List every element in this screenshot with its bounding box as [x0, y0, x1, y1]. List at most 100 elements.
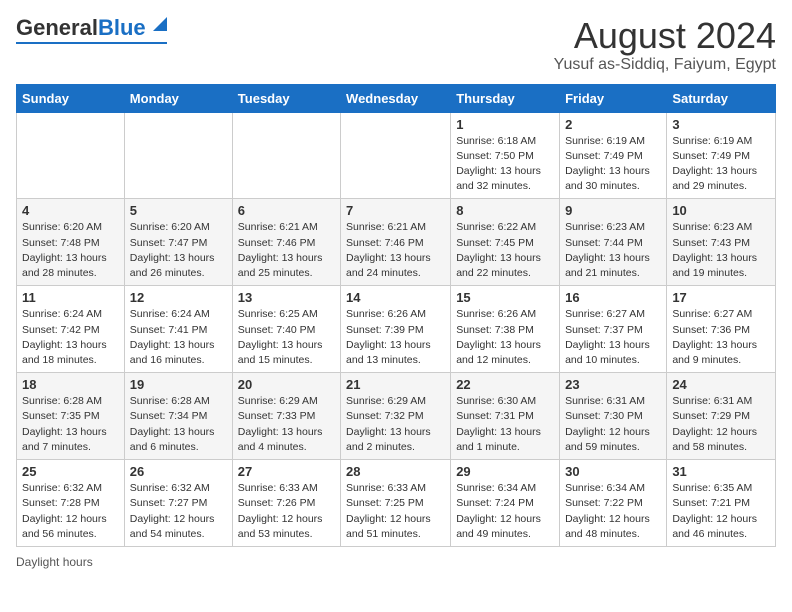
day-number: 20: [238, 377, 335, 392]
day-number: 22: [456, 377, 554, 392]
calendar-cell: [341, 112, 451, 199]
calendar-cell: 31Sunrise: 6:35 AM Sunset: 7:21 PM Dayli…: [667, 460, 776, 547]
weekday-header: Saturday: [667, 84, 776, 112]
calendar-cell: [17, 112, 125, 199]
day-info: Sunrise: 6:31 AM Sunset: 7:29 PM Dayligh…: [672, 394, 770, 455]
title-block: August 2024 Yusuf as-Siddiq, Faiyum, Egy…: [554, 16, 776, 74]
calendar-cell: 23 Sunrise: 6:31 AM Sunset: 7:30 PM Dayli…: [560, 373, 667, 460]
calendar-cell: 29Sunrise: 6:34 AM Sunset: 7:24 PM Dayli…: [451, 460, 560, 547]
day-number: 19: [130, 377, 227, 392]
day-info: Sunrise: 6:33 AM Sunset: 7:25 PM Dayligh…: [346, 481, 445, 542]
month-year: August 2024: [554, 16, 776, 56]
day-number: 4: [22, 203, 119, 218]
calendar-cell: 26 Sunrise: 6:32 AM Sunset: 7:27 PM Dayli…: [124, 460, 232, 547]
location: Yusuf as-Siddiq, Faiyum, Egypt: [554, 56, 776, 74]
logo-line: [16, 42, 167, 44]
day-info: Sunrise: 6:21 AM Sunset: 7:46 PM Dayligh…: [238, 220, 335, 281]
day-number: 21: [346, 377, 445, 392]
calendar-cell: 21Sunrise: 6:29 AM Sunset: 7:32 PM Dayli…: [341, 373, 451, 460]
daylight-label: Daylight hours: [16, 555, 93, 569]
day-info: Sunrise: 6:24 AM Sunset: 7:42 PM Dayligh…: [22, 307, 119, 368]
day-info: Sunrise: 6:23 AM Sunset: 7:44 PM Dayligh…: [565, 220, 661, 281]
logo: GeneralBlue: [16, 16, 167, 44]
day-number: 7: [346, 203, 445, 218]
calendar-week-row: 11 Sunrise: 6:24 AM Sunset: 7:42 PM Dayli…: [17, 286, 776, 373]
day-number: 13: [238, 290, 335, 305]
day-info: Sunrise: 6:32 AM Sunset: 7:28 PM Dayligh…: [22, 481, 119, 542]
calendar-cell: 28 Sunrise: 6:33 AM Sunset: 7:25 PM Dayli…: [341, 460, 451, 547]
calendar-week-row: 1 Sunrise: 6:18 AM Sunset: 7:50 PM Daylig…: [17, 112, 776, 199]
day-info: Sunrise: 6:27 AM Sunset: 7:37 PM Dayligh…: [565, 307, 661, 368]
day-number: 11: [22, 290, 119, 305]
day-number: 14: [346, 290, 445, 305]
calendar-cell: 25Sunrise: 6:32 AM Sunset: 7:28 PM Dayli…: [17, 460, 125, 547]
calendar-cell: 17Sunrise: 6:27 AM Sunset: 7:36 PM Dayli…: [667, 286, 776, 373]
day-number: 30: [565, 464, 661, 479]
day-info: Sunrise: 6:29 AM Sunset: 7:33 PM Dayligh…: [238, 394, 335, 455]
day-info: Sunrise: 6:31 AM Sunset: 7:30 PM Dayligh…: [565, 394, 661, 455]
day-info: Sunrise: 6:19 AM Sunset: 7:49 PM Dayligh…: [672, 134, 770, 195]
calendar-cell: 14 Sunrise: 6:26 AM Sunset: 7:39 PM Dayli…: [341, 286, 451, 373]
day-info: Sunrise: 6:21 AM Sunset: 7:46 PM Dayligh…: [346, 220, 445, 281]
day-number: 8: [456, 203, 554, 218]
calendar-cell: [124, 112, 232, 199]
calendar-cell: 2 Sunrise: 6:19 AM Sunset: 7:49 PM Daylig…: [560, 112, 667, 199]
calendar-cell: 19 Sunrise: 6:28 AM Sunset: 7:34 PM Dayli…: [124, 373, 232, 460]
weekday-header: Friday: [560, 84, 667, 112]
day-number: 16: [565, 290, 661, 305]
logo-text: GeneralBlue: [16, 16, 146, 40]
day-info: Sunrise: 6:28 AM Sunset: 7:34 PM Dayligh…: [130, 394, 227, 455]
day-info: Sunrise: 6:25 AM Sunset: 7:40 PM Dayligh…: [238, 307, 335, 368]
day-info: Sunrise: 6:28 AM Sunset: 7:35 PM Dayligh…: [22, 394, 119, 455]
calendar-cell: 8 Sunrise: 6:22 AM Sunset: 7:45 PM Daylig…: [451, 199, 560, 286]
day-number: 5: [130, 203, 227, 218]
day-number: 27: [238, 464, 335, 479]
calendar-cell: 4 Sunrise: 6:20 AM Sunset: 7:48 PM Daylig…: [17, 199, 125, 286]
calendar-cell: 12Sunrise: 6:24 AM Sunset: 7:41 PM Dayli…: [124, 286, 232, 373]
calendar-week-row: 18 Sunrise: 6:28 AM Sunset: 7:35 PM Dayli…: [17, 373, 776, 460]
calendar-cell: 5 Sunrise: 6:20 AM Sunset: 7:47 PM Daylig…: [124, 199, 232, 286]
day-info: Sunrise: 6:34 AM Sunset: 7:22 PM Dayligh…: [565, 481, 661, 542]
calendar-cell: 27Sunrise: 6:33 AM Sunset: 7:26 PM Dayli…: [232, 460, 340, 547]
day-info: Sunrise: 6:22 AM Sunset: 7:45 PM Dayligh…: [456, 220, 554, 281]
day-number: 29: [456, 464, 554, 479]
day-info: Sunrise: 6:20 AM Sunset: 7:48 PM Dayligh…: [22, 220, 119, 281]
weekday-header-row: SundayMondayTuesdayWednesdayThursdayFrid…: [17, 84, 776, 112]
day-info: Sunrise: 6:26 AM Sunset: 7:39 PM Dayligh…: [346, 307, 445, 368]
calendar-cell: 18 Sunrise: 6:28 AM Sunset: 7:35 PM Dayli…: [17, 373, 125, 460]
calendar-cell: 6Sunrise: 6:21 AM Sunset: 7:46 PM Daylig…: [232, 199, 340, 286]
day-number: 18: [22, 377, 119, 392]
calendar-cell: 10Sunrise: 6:23 AM Sunset: 7:43 PM Dayli…: [667, 199, 776, 286]
calendar-cell: 24 Sunrise: 6:31 AM Sunset: 7:29 PM Dayli…: [667, 373, 776, 460]
calendar-week-row: 4 Sunrise: 6:20 AM Sunset: 7:48 PM Daylig…: [17, 199, 776, 286]
day-number: 31: [672, 464, 770, 479]
day-info: Sunrise: 6:23 AM Sunset: 7:43 PM Dayligh…: [672, 220, 770, 281]
calendar-cell: 1 Sunrise: 6:18 AM Sunset: 7:50 PM Daylig…: [451, 112, 560, 199]
footer: Daylight hours: [16, 555, 776, 569]
day-number: 24: [672, 377, 770, 392]
calendar-cell: 13 Sunrise: 6:25 AM Sunset: 7:40 PM Dayli…: [232, 286, 340, 373]
day-number: 23: [565, 377, 661, 392]
day-number: 15: [456, 290, 554, 305]
day-number: 26: [130, 464, 227, 479]
day-info: Sunrise: 6:20 AM Sunset: 7:47 PM Dayligh…: [130, 220, 227, 281]
day-number: 2: [565, 117, 661, 132]
page-header: GeneralBlue August 2024 Yusuf as-Siddiq,…: [16, 16, 776, 74]
calendar-week-row: 25Sunrise: 6:32 AM Sunset: 7:28 PM Dayli…: [17, 460, 776, 547]
day-number: 1: [456, 117, 554, 132]
weekday-header: Monday: [124, 84, 232, 112]
day-info: Sunrise: 6:30 AM Sunset: 7:31 PM Dayligh…: [456, 394, 554, 455]
weekday-header: Tuesday: [232, 84, 340, 112]
calendar-cell: 3Sunrise: 6:19 AM Sunset: 7:49 PM Daylig…: [667, 112, 776, 199]
calendar-cell: 7 Sunrise: 6:21 AM Sunset: 7:46 PM Daylig…: [341, 199, 451, 286]
day-info: Sunrise: 6:19 AM Sunset: 7:49 PM Dayligh…: [565, 134, 661, 195]
calendar-cell: 20 Sunrise: 6:29 AM Sunset: 7:33 PM Dayli…: [232, 373, 340, 460]
calendar-cell: 22 Sunrise: 6:30 AM Sunset: 7:31 PM Dayli…: [451, 373, 560, 460]
day-number: 28: [346, 464, 445, 479]
day-info: Sunrise: 6:18 AM Sunset: 7:50 PM Dayligh…: [456, 134, 554, 195]
calendar-cell: 9 Sunrise: 6:23 AM Sunset: 7:44 PM Daylig…: [560, 199, 667, 286]
weekday-header: Wednesday: [341, 84, 451, 112]
day-number: 9: [565, 203, 661, 218]
day-info: Sunrise: 6:32 AM Sunset: 7:27 PM Dayligh…: [130, 481, 227, 542]
day-info: Sunrise: 6:24 AM Sunset: 7:41 PM Dayligh…: [130, 307, 227, 368]
